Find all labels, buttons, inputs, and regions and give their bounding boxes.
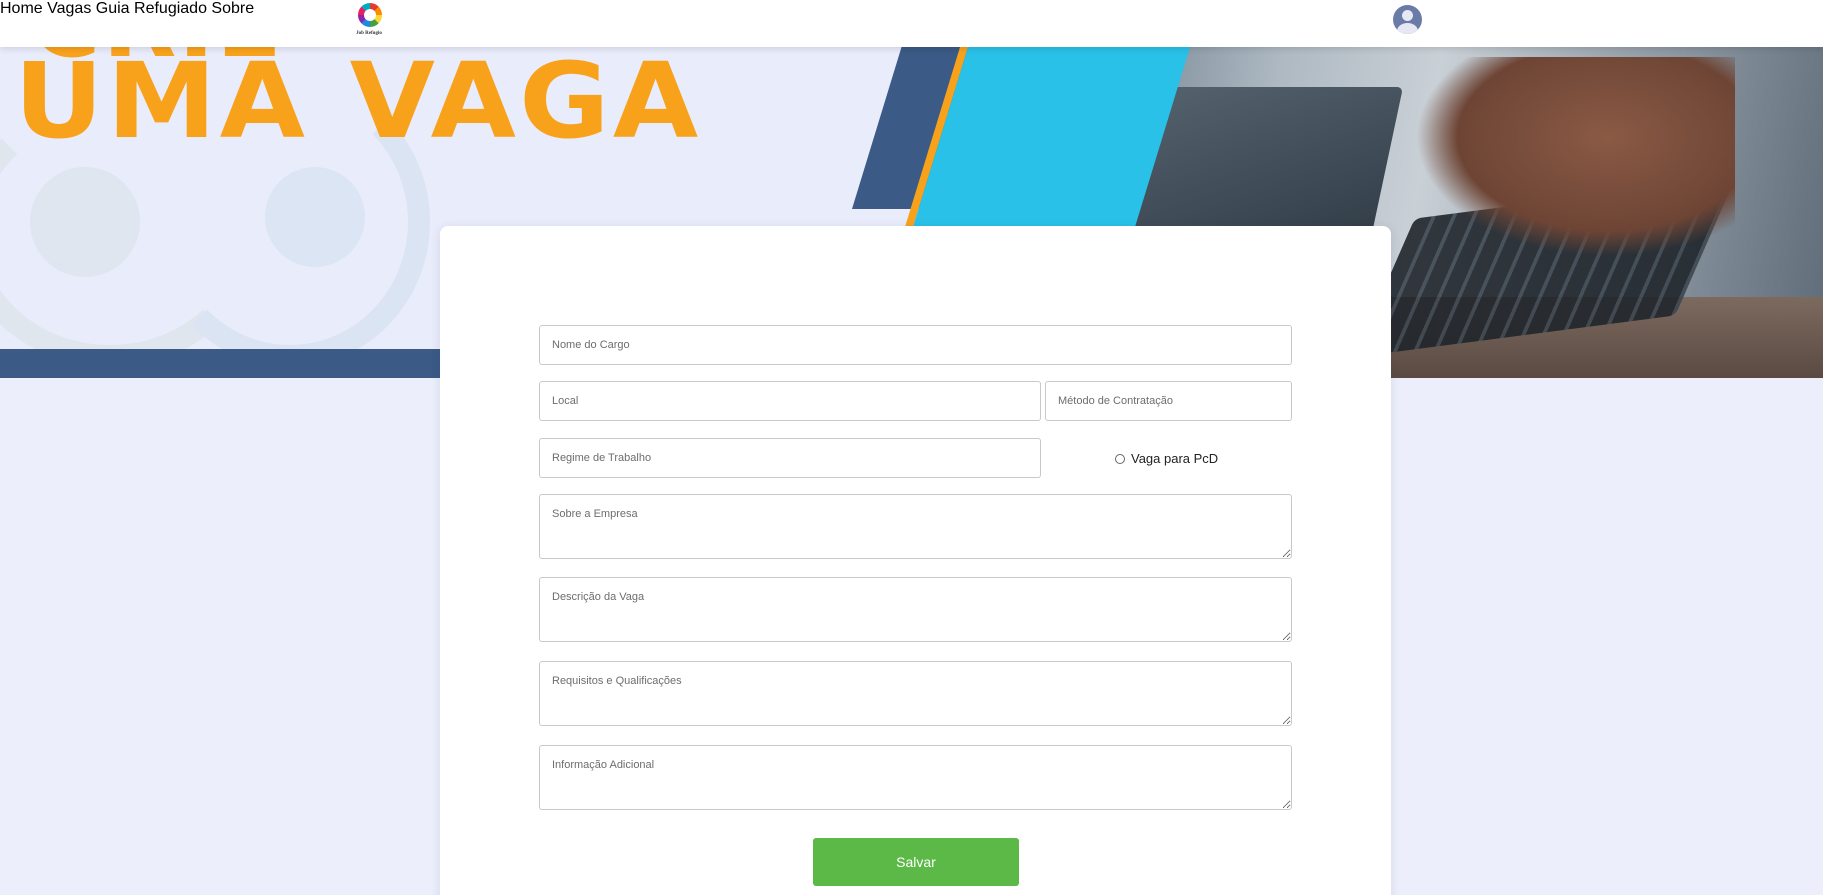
informacao-adicional-textarea[interactable] <box>539 745 1292 810</box>
logo-icon <box>358 3 382 27</box>
pcd-label: Vaga para PcD <box>1131 451 1219 466</box>
sobre-empresa-textarea[interactable] <box>539 494 1292 559</box>
pcd-radio-option[interactable]: Vaga para PcD <box>1115 451 1218 466</box>
top-navbar: Job Refugio Home Vagas Guia Refugiado So… <box>0 0 1823 47</box>
save-button[interactable]: Salvar <box>813 838 1019 886</box>
regime-trabalho-input[interactable] <box>539 438 1041 478</box>
nome-cargo-input[interactable] <box>539 325 1292 365</box>
local-input[interactable] <box>539 381 1041 421</box>
nav-link-sobre[interactable]: Sobre <box>211 0 254 17</box>
decorative-circle <box>265 167 365 267</box>
nav-link-vagas[interactable]: Vagas <box>47 0 91 17</box>
descricao-vaga-textarea[interactable] <box>539 577 1292 642</box>
job-form-card: Vaga para PcD Salvar <box>440 226 1391 895</box>
nav-link-guia-refugiado[interactable]: Guia Refugiado <box>96 0 207 17</box>
main-nav: Home Vagas Guia Refugiado Sobre <box>0 0 1823 18</box>
nav-link-home[interactable]: Home <box>0 0 43 17</box>
requisitos-textarea[interactable] <box>539 661 1292 726</box>
user-avatar-icon[interactable] <box>1393 5 1422 34</box>
pcd-radio[interactable] <box>1115 453 1125 464</box>
hero-title: UMA VAGA <box>14 47 702 162</box>
metodo-contratacao-input[interactable] <box>1045 381 1292 421</box>
logo[interactable]: Job Refugio <box>349 3 389 41</box>
logo-text: Job Refugio <box>356 31 382 36</box>
decorative-circle <box>30 167 140 277</box>
